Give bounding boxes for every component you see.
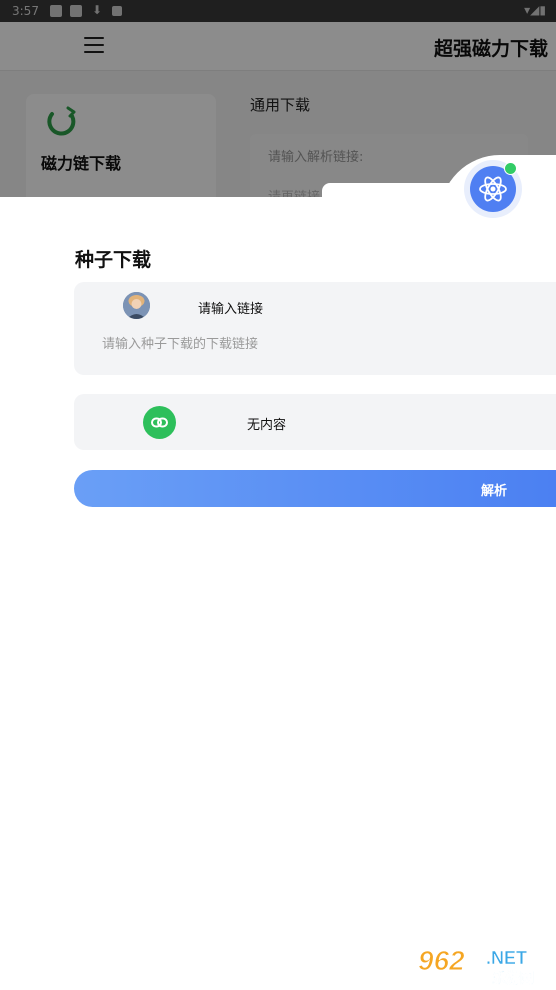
svg-text:乐游网: 乐游网 <box>492 970 534 986</box>
online-status-dot <box>504 162 517 175</box>
watermark-logo: 962 .NET 乐游网 <box>418 945 535 987</box>
atom-badge[interactable] <box>464 160 522 218</box>
link-icon <box>143 406 176 439</box>
torrent-input-card: 请输入链接 <box>74 282 556 375</box>
torrent-link-input[interactable] <box>102 332 542 356</box>
result-text: 无内容 <box>247 418 287 433</box>
sheet-title: 种子下载 <box>75 249 152 271</box>
bottom-sheet: 种子下载 请输入链接 无内容 解析 <box>0 155 556 990</box>
input-label: 请输入链接 <box>198 302 264 317</box>
svg-text:.NET: .NET <box>486 948 527 968</box>
svg-text:962: 962 <box>418 945 465 976</box>
parse-button-label: 解析 <box>481 483 508 498</box>
result-card: 无内容 <box>74 394 556 450</box>
avatar <box>123 292 150 319</box>
parse-button[interactable]: 解析 <box>74 470 556 507</box>
